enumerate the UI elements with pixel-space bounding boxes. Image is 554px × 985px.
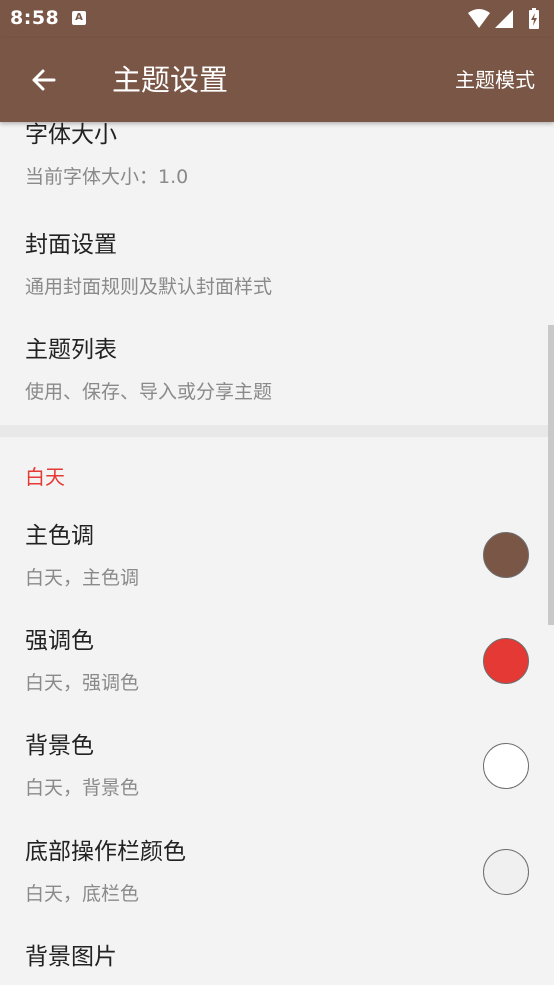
pref-title: 背景色 bbox=[25, 733, 94, 759]
section-header-day: 白天 bbox=[25, 465, 65, 489]
section-divider bbox=[0, 425, 554, 437]
pref-summary: 白天，底栏色 bbox=[25, 883, 140, 905]
pref-summary: 白天，主色调 bbox=[25, 567, 140, 589]
pref-summary: 白天，强调色 bbox=[25, 672, 140, 694]
status-bar: 8:58 A bbox=[0, 0, 554, 38]
background-image-setting[interactable]: 背景图片 bbox=[0, 930, 554, 985]
status-icons bbox=[468, 8, 539, 29]
theme-list-setting[interactable]: 主题列表 使用、保存、导入或分享主题 bbox=[0, 325, 554, 425]
pref-summary: 使用、保存、导入或分享主题 bbox=[25, 381, 273, 403]
cover-setting[interactable]: 封面设置 通用封面规则及默认封面样式 bbox=[0, 220, 554, 320]
settings-list[interactable]: 字体大小 当前字体大小：1.0 封面设置 通用封面规则及默认封面样式 主题列表 … bbox=[0, 122, 554, 985]
font-size-setting[interactable]: 字体大小 当前字体大小：1.0 bbox=[0, 122, 554, 204]
pref-title: 字体大小 bbox=[25, 122, 117, 148]
back-arrow-icon[interactable] bbox=[24, 60, 64, 100]
color-swatch bbox=[483, 638, 529, 684]
page-title: 主题设置 bbox=[112, 63, 229, 97]
pref-title: 封面设置 bbox=[25, 232, 117, 258]
pref-title: 背景图片 bbox=[25, 944, 117, 970]
color-swatch bbox=[483, 849, 529, 895]
pref-summary: 白天，背景色 bbox=[25, 777, 140, 799]
scrollbar[interactable] bbox=[548, 325, 554, 625]
pref-summary: 当前字体大小：1.0 bbox=[25, 166, 189, 188]
pref-summary: 通用封面规则及默认封面样式 bbox=[25, 276, 273, 298]
status-time: 8:58 bbox=[10, 7, 60, 29]
pref-title: 主色调 bbox=[25, 523, 94, 549]
theme-mode-button[interactable]: 主题模式 bbox=[455, 66, 535, 94]
color-swatch bbox=[483, 532, 529, 578]
cellular-signal-icon bbox=[495, 10, 513, 28]
background-color-setting[interactable]: 背景色 白天，背景色 bbox=[0, 718, 554, 818]
battery-charging-icon bbox=[529, 8, 539, 29]
screen: 8:58 A 主题设置 主题模式 字体大小 当前字体大小：1.0 封面设置 通用… bbox=[0, 0, 554, 985]
bottom-bar-color-setting[interactable]: 底部操作栏颜色 白天，底栏色 bbox=[0, 824, 554, 924]
wifi-icon bbox=[468, 9, 490, 28]
pref-title: 主题列表 bbox=[25, 337, 117, 363]
accent-color-setting[interactable]: 强调色 白天，强调色 bbox=[0, 613, 554, 713]
primary-color-setting[interactable]: 主色调 白天，主色调 bbox=[0, 507, 554, 607]
pref-title: 强调色 bbox=[25, 628, 94, 654]
pref-title: 底部操作栏颜色 bbox=[25, 839, 186, 865]
app-bar: 主题设置 主题模式 bbox=[0, 38, 554, 122]
notification-icon: A bbox=[72, 11, 86, 25]
color-swatch bbox=[483, 743, 529, 789]
